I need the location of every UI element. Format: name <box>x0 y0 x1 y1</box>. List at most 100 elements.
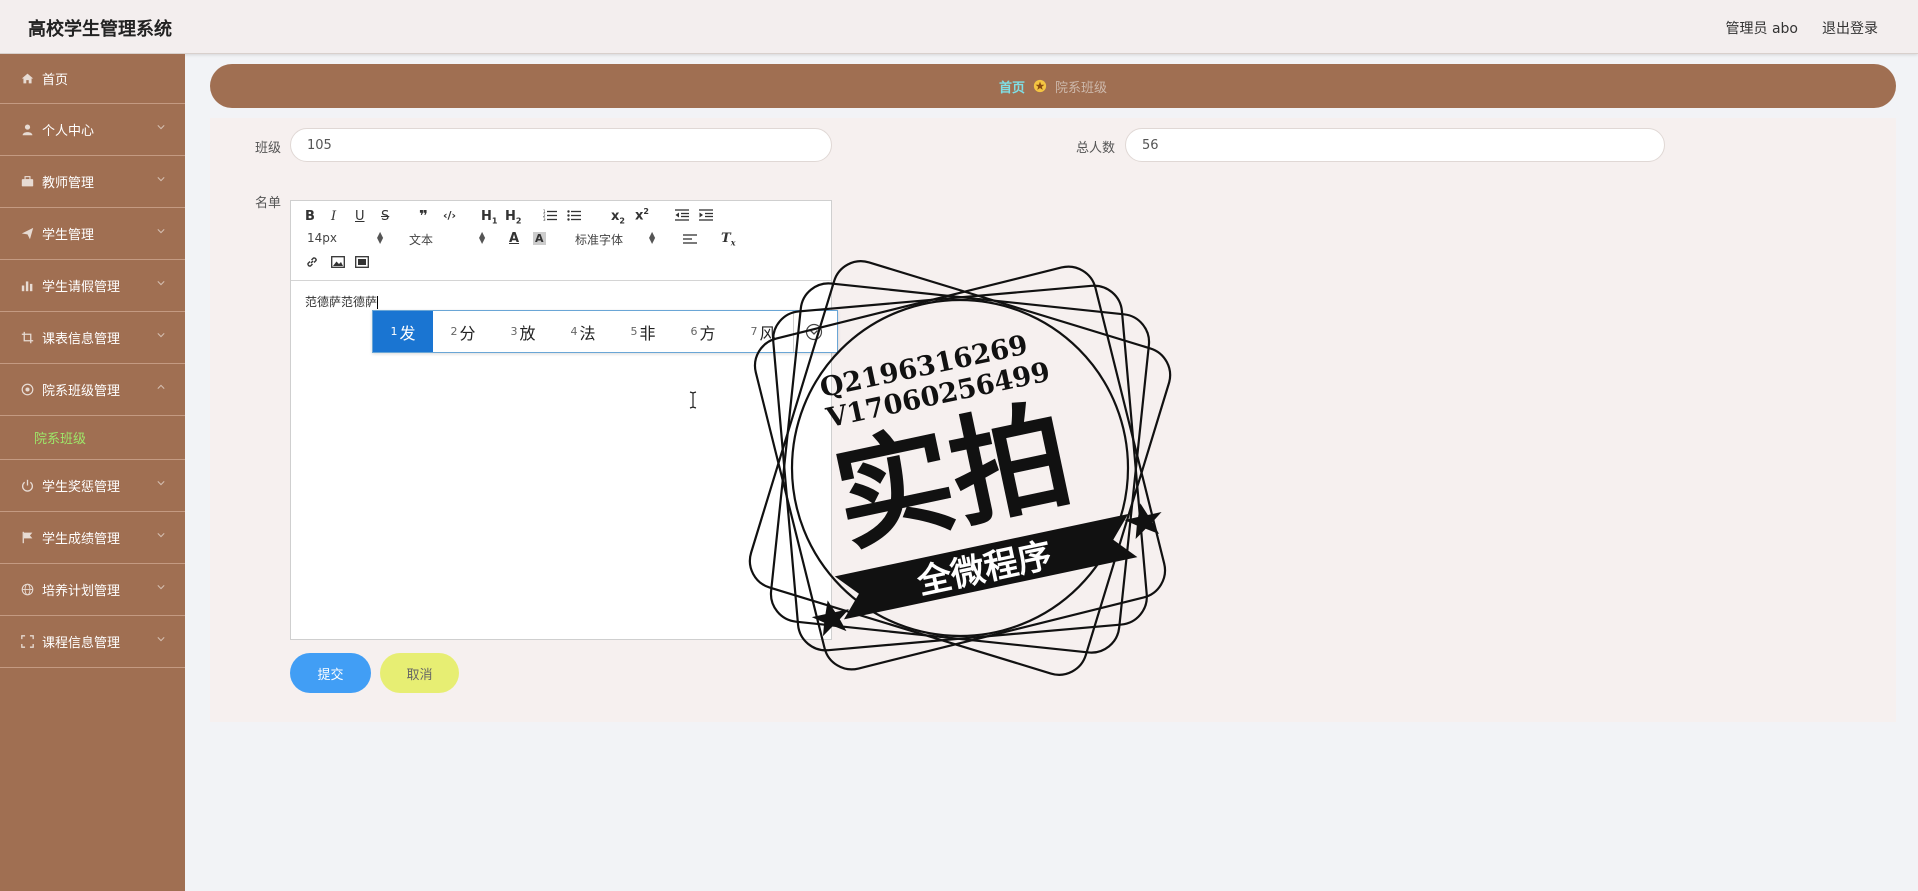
link-icon[interactable] <box>305 255 319 273</box>
sidebar-item-label: 首页 <box>42 73 69 88</box>
sidebar-item-home[interactable]: 首页 <box>0 54 185 104</box>
crop-icon <box>20 331 34 345</box>
roster-label: 名单 <box>255 196 282 211</box>
sidebar-item-label: 教师管理 <box>42 176 95 191</box>
star-separator-icon <box>1033 79 1047 93</box>
top-header: 高校学生管理系统 管理员 abo 退出登录 <box>0 0 1918 54</box>
ime-candidate[interactable]: 4法 <box>553 311 613 352</box>
heading-1-button[interactable]: H1 <box>481 209 497 226</box>
sidebar: 首页 个人中心 教师管理 学生管理 学生请假管理 课表信息管理 院系班级管理 院… <box>0 54 185 891</box>
cancel-button[interactable]: 取消 <box>380 653 459 693</box>
sidebar-item-courses[interactable]: 课程信息管理 <box>0 616 185 668</box>
ime-candidate[interactable]: 3放 <box>493 311 553 352</box>
select-arrows-icon: ▲ ▼ <box>479 230 486 245</box>
admin-user-label: 管理员 abo <box>1725 21 1798 37</box>
home-icon <box>20 72 34 86</box>
maximize-icon <box>20 635 34 649</box>
clear-format-button[interactable]: Tx <box>721 231 735 248</box>
logout-link[interactable]: 退出登录 <box>1822 18 1878 38</box>
sidebar-item-label: 院系班级管理 <box>42 384 121 399</box>
chevron-down-icon <box>157 585 165 590</box>
ime-candidate-window: 1发 2分 3放 4法 5非 6方 7风 <box>372 310 838 353</box>
class-input[interactable]: 105 <box>290 128 832 162</box>
superscript-button[interactable]: x2 <box>635 207 649 223</box>
ime-candidate[interactable]: 2分 <box>433 311 493 352</box>
block-type-value: 文本 <box>409 233 434 247</box>
code-block-button[interactable]: ‹/› <box>443 209 456 222</box>
outdent-icon[interactable] <box>675 209 689 225</box>
flag-icon <box>20 531 34 545</box>
sidebar-item-label: 学生奖惩管理 <box>42 480 121 495</box>
aperture-icon <box>20 383 34 397</box>
blockquote-button[interactable]: ❞ <box>419 207 428 225</box>
globe-icon <box>20 583 34 597</box>
total-count-label: 总人数 <box>1076 141 1116 156</box>
ime-candidate[interactable]: 6方 <box>673 311 733 352</box>
sidebar-item-departments[interactable]: 院系班级管理 <box>0 364 185 416</box>
sidebar-item-teachers[interactable]: 教师管理 <box>0 156 185 208</box>
app-title: 高校学生管理系统 <box>28 19 172 40</box>
breadcrumb-home-link[interactable]: 首页 <box>999 77 1025 96</box>
align-icon[interactable] <box>683 233 697 249</box>
indent-icon[interactable] <box>699 209 713 225</box>
strikethrough-button[interactable]: S <box>381 209 389 224</box>
class-label: 班级 <box>255 141 282 156</box>
editor-text: 范德萨范德萨 <box>305 295 378 309</box>
subscript-button[interactable]: x2 <box>611 209 625 226</box>
select-arrows-icon: ▲ ▼ <box>649 230 656 245</box>
sidebar-item-students[interactable]: 学生管理 <box>0 208 185 260</box>
select-arrows-icon: ▲ ▼ <box>377 230 384 245</box>
sidebar-item-label: 培养计划管理 <box>42 584 121 599</box>
submit-button[interactable]: 提交 <box>290 653 371 693</box>
chevron-down-circle-icon <box>805 323 822 340</box>
send-icon <box>20 227 34 241</box>
editor-content[interactable]: 范德萨范德萨 <box>305 293 379 310</box>
video-icon[interactable] <box>355 256 369 272</box>
breadcrumb-current: 院系班级 <box>1055 80 1108 96</box>
chevron-down-icon <box>157 637 165 642</box>
sidebar-item-profile[interactable]: 个人中心 <box>0 104 185 156</box>
chevron-down-icon <box>157 125 165 130</box>
ime-expand-button[interactable] <box>793 311 833 352</box>
sidebar-item-label: 学生管理 <box>42 228 95 243</box>
underline-button[interactable]: U <box>355 209 365 224</box>
total-count-input[interactable]: 56 <box>1125 128 1665 162</box>
chevron-down-icon <box>157 177 165 182</box>
bold-button[interactable]: B <box>305 209 315 224</box>
sidebar-subitem-classes[interactable]: 院系班级 <box>0 416 185 460</box>
font-color-button[interactable]: A <box>509 231 519 246</box>
text-caret <box>377 296 379 309</box>
briefcase-icon <box>20 175 34 189</box>
sidebar-item-leave[interactable]: 学生请假管理 <box>0 260 185 312</box>
class-input-value: 105 <box>307 137 332 153</box>
breadcrumb: 首页 院系班级 <box>210 64 1896 108</box>
ime-candidate[interactable]: 5非 <box>613 311 673 352</box>
chevron-down-icon <box>157 229 165 234</box>
sidebar-item-label: 学生成绩管理 <box>42 532 121 547</box>
chevron-down-icon <box>157 333 165 338</box>
bullet-list-icon[interactable] <box>567 209 581 225</box>
chevron-down-icon <box>157 533 165 538</box>
ime-candidate[interactable]: 7风 <box>733 311 793 352</box>
background-color-button[interactable]: A <box>533 232 546 245</box>
heading-2-button[interactable]: H2 <box>505 209 521 226</box>
ordered-list-icon[interactable]: 123 <box>543 209 557 225</box>
chevron-up-icon <box>157 384 165 389</box>
italic-button[interactable]: I <box>331 209 336 224</box>
sidebar-item-rewards[interactable]: 学生奖惩管理 <box>0 460 185 512</box>
sidebar-item-schedule[interactable]: 课表信息管理 <box>0 312 185 364</box>
ime-candidate[interactable]: 1发 <box>373 311 433 352</box>
block-type-select[interactable]: 文本 ▲ ▼ <box>409 231 489 248</box>
font-family-select[interactable]: 标准字体 ▲ ▼ <box>575 231 659 248</box>
sidebar-item-label: 课程信息管理 <box>42 636 121 651</box>
sidebar-subitem-label: 院系班级 <box>34 432 87 447</box>
font-size-select[interactable]: 14px ▲ ▼ <box>307 230 387 246</box>
sidebar-item-label: 个人中心 <box>42 124 95 139</box>
text-cursor-icon <box>689 391 697 409</box>
image-icon[interactable] <box>331 256 345 272</box>
bar-chart-icon <box>20 279 34 293</box>
font-size-value: 14px <box>307 231 337 245</box>
sidebar-item-grades[interactable]: 学生成绩管理 <box>0 512 185 564</box>
sidebar-item-training-plans[interactable]: 培养计划管理 <box>0 564 185 616</box>
chevron-down-icon <box>157 281 165 286</box>
